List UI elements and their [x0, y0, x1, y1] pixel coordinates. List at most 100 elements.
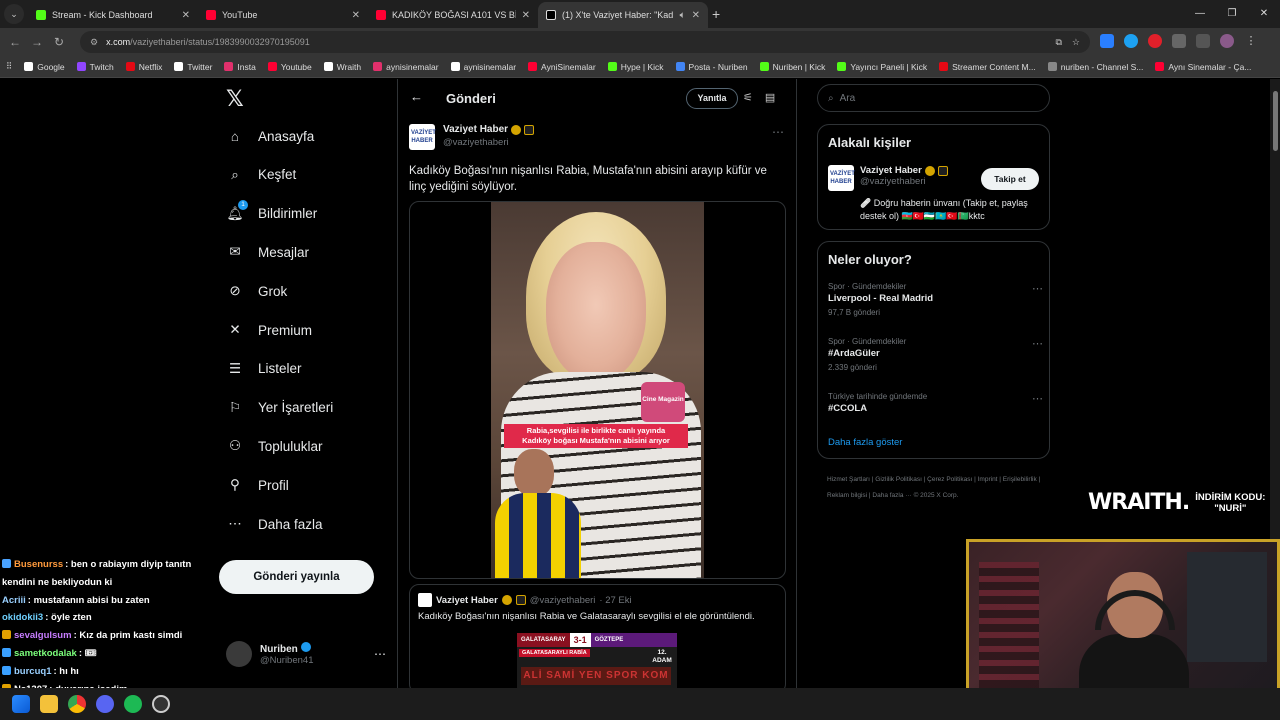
nav-item[interactable]: ⚲ Profil [226, 476, 289, 494]
show-more-link[interactable]: Daha fazla göster [828, 437, 902, 448]
trend-context: Türkiye tarihinde gündemde [828, 392, 928, 401]
reply-button[interactable]: Yanıtla [686, 88, 738, 109]
bookmark-item[interactable]: Yayıncı Paneli | Kick [837, 62, 927, 72]
author-avatar[interactable]: VAZİYET HABER [409, 124, 436, 150]
related-name[interactable]: Vaziyet Haber [860, 165, 922, 176]
puzzle-icon[interactable] [1172, 34, 1186, 48]
search-input[interactable]: ⌕ Ara [817, 84, 1050, 112]
browser-tab-active[interactable]: (1) X'te Vaziyet Haber: "Kadı 🔈︎ ✕ [538, 2, 708, 28]
bookmark-item[interactable]: Google [24, 62, 65, 72]
install-icon[interactable]: ⧉ [1055, 37, 1061, 48]
trend-more-icon[interactable]: ⋯ [1032, 337, 1043, 350]
browser-tab[interactable]: KADIKÖY BOĞASI A101 VS BİM ✕ [368, 2, 538, 28]
profile-avatar-icon[interactable] [1220, 34, 1234, 48]
close-tab-icon[interactable]: ✕ [352, 10, 360, 21]
bookmark-item[interactable]: Hype | Kick [607, 62, 664, 72]
nav-item[interactable]: ⋯ Daha fazla [226, 515, 322, 533]
video-frame[interactable]: Cine Magazin Rabia,sevgilisi ile birlikt… [491, 202, 704, 578]
author-handle[interactable]: @vaziyethaberi [443, 137, 534, 148]
apps-grid-icon[interactable]: ⠿ [6, 61, 12, 72]
more-icon[interactable]: ⋯ [374, 647, 386, 661]
bookmark-star-icon[interactable]: ☆ [1072, 37, 1080, 48]
nav-item[interactable]: ☰ Listeler [226, 360, 302, 378]
file-explorer-icon[interactable] [40, 695, 58, 713]
bookmark-item[interactable]: Wraith [323, 62, 361, 72]
close-tab-icon[interactable]: ✕ [692, 10, 700, 21]
nav-item[interactable]: 🔔︎ 1 Bildirimler [226, 199, 317, 223]
x-logo-icon[interactable]: 𝕏 [226, 87, 244, 112]
extension-icon[interactable] [1100, 34, 1114, 48]
nav-item[interactable]: ✉ Mesajlar [226, 243, 309, 261]
bookmark-item[interactable]: Nuriben | Kick [759, 62, 825, 72]
chrome-icon[interactable] [68, 695, 86, 713]
bookmark-item[interactable]: nuriben - Channel S... [1047, 62, 1143, 72]
author-name[interactable]: Vaziyet Haber [443, 124, 508, 135]
reload-icon[interactable]: ↻ [48, 35, 70, 49]
bookmark-item[interactable]: Twitch [76, 62, 114, 72]
post-author[interactable]: VAZİYET HABER Vaziyet Haber @vaziyethaber… [409, 124, 535, 150]
nav-item[interactable]: ⌕ Keşfet [226, 166, 296, 184]
reading-list-icon[interactable] [1196, 34, 1210, 48]
x-favicon-icon [546, 10, 556, 20]
filter-icon[interactable]: ⚟ [743, 91, 753, 104]
reader-view-icon[interactable]: ▤ [765, 91, 775, 104]
account-switcher[interactable]: Nuriben @Nuriben41 ⋯ [226, 641, 386, 667]
menu-kebab-icon[interactable]: ⋮ [1244, 34, 1258, 48]
browser-tab[interactable]: Stream - Kick Dashboard ✕ [28, 2, 198, 28]
post-more-icon[interactable]: ⋯ [772, 125, 784, 139]
extension-icon[interactable] [1124, 34, 1138, 48]
chat-message: sevalgulsum: Kız da prim kastı simdi [2, 630, 182, 641]
bookmark-item[interactable]: Insta [224, 62, 256, 72]
bookmark-item[interactable]: Youtube [267, 62, 312, 72]
bookmark-item[interactable]: Netflix [125, 62, 162, 72]
tab-search-menu-button[interactable]: ⌄ [4, 4, 24, 24]
footer-links[interactable]: Hizmet Şartları | Gizlilik Politikası | … [827, 472, 1047, 504]
nav-item[interactable]: ⊘ Grok [226, 282, 287, 300]
spotify-icon[interactable] [124, 695, 142, 713]
speaker-icon[interactable]: 🔈︎ [680, 10, 686, 21]
trend-item[interactable]: Spor · Gündemdekiler Liverpool - Real Mad… [828, 282, 1043, 317]
bookmark-item[interactable]: Aynı Sinemalar - Ça... [1155, 62, 1251, 72]
trend-item[interactable]: Spor · Gündemdekiler #ArdaGüler 2.339 gönd… [828, 337, 1043, 372]
nav-item[interactable]: ⚇ Topluluklar [226, 437, 323, 455]
nav-item-label: Yer İşaretleri [258, 400, 334, 416]
discord-icon[interactable] [96, 695, 114, 713]
forward-icon[interactable]: → [26, 35, 48, 49]
nav-item[interactable]: ⚐ Yer İşaretleri [226, 399, 333, 417]
bookmark-item[interactable]: Streamer Content M... [939, 62, 1036, 72]
quoted-post[interactable]: Vaziyet Haber @vaziyethaberi · 27 Eki Ka… [409, 584, 786, 688]
related-handle[interactable]: @vaziyethaberi [860, 176, 948, 187]
bookmark-item[interactable]: Twitter [174, 62, 212, 72]
bookmark-item[interactable]: aynisinemalar [450, 62, 516, 72]
close-window-icon[interactable]: ✕ [1248, 0, 1280, 28]
back-icon[interactable]: ← [4, 35, 26, 49]
follow-button[interactable]: Takip et [981, 168, 1039, 190]
back-arrow-icon[interactable]: ← [410, 89, 423, 104]
trend-more-icon[interactable]: ⋯ [1032, 282, 1043, 295]
bookmark-item[interactable]: aynisinemalar [373, 62, 439, 72]
close-tab-icon[interactable]: ✕ [522, 10, 530, 21]
new-tab-button[interactable]: + [712, 6, 720, 22]
obs-icon[interactable] [152, 695, 170, 713]
close-tab-icon[interactable]: ✕ [182, 10, 190, 21]
quoted-image[interactable]: GALATASARAY 3-1 GÖZTEPE GALATASARAYLI RA… [517, 633, 677, 688]
restore-icon[interactable]: ❐ [1216, 0, 1248, 28]
extension-icon[interactable] [1148, 34, 1162, 48]
post-video[interactable]: Cine Magazin Rabia,sevgilisi ile birlikt… [409, 201, 786, 579]
post-button[interactable]: Gönderi yayınla [219, 560, 374, 594]
minimize-icon[interactable]: — [1184, 0, 1216, 28]
site-info-icon[interactable]: ⚙ [90, 37, 98, 48]
bookmark-item[interactable]: AyniSinemalar [528, 62, 596, 72]
nav-item[interactable]: ✕ Premium [226, 321, 312, 339]
related-avatar[interactable]: VAZİYET HABER [828, 165, 855, 191]
windows-start-icon[interactable] [12, 695, 30, 713]
nav-item[interactable]: ⌂ Anasayfa [226, 127, 314, 145]
address-bar[interactable]: ⚙ x.com /vaziyethaberi/status/1983990032… [80, 31, 1090, 53]
browser-tab[interactable]: YouTube ✕ [198, 2, 368, 28]
related-person[interactable]: VAZİYET HABER Vaziyet Haber @vaziyethaber… [828, 165, 948, 191]
account-name: Nuriben [260, 642, 313, 655]
trend-more-icon[interactable]: ⋯ [1032, 392, 1043, 405]
bookmark-item[interactable]: Posta - Nuriben [675, 62, 748, 72]
trend-item[interactable]: Türkiye tarihinde gündemde #CCOLA ⋯ [828, 392, 1043, 418]
bookmark-favicon-icon [607, 62, 617, 71]
